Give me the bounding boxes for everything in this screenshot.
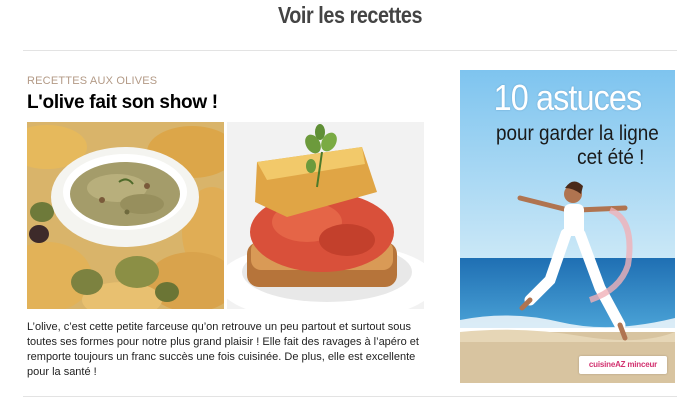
section-heading: Voir les recettes [277, 2, 423, 28]
ad-subline-2: cet été ! [577, 146, 645, 169]
article-description: L’olive, c’est cette petite farceuse qu’… [27, 321, 419, 378]
cuisineaz-minceur-logo: cuisineAZ minceur [579, 356, 667, 374]
ad-headline: 10 astuces [493, 77, 643, 118]
divider-bottom [23, 396, 677, 397]
article-header: RECETTES AUX OLIVES L'olive fait son sho… [27, 74, 427, 115]
article-category-link[interactable]: RECETTES AUX OLIVES [27, 74, 427, 88]
olive-tapenade-photo[interactable] [27, 122, 224, 309]
toast-tomato-illustration [227, 122, 424, 309]
article-title-link[interactable]: L'olive fait son show ! [27, 91, 427, 115]
toast-tomato-herb-photo[interactable] [227, 122, 424, 309]
olive-tapenade-illustration [27, 122, 224, 309]
article-photos[interactable] [27, 122, 424, 309]
ad-banner[interactable]: 10 astuces pour garder la ligne cet été … [460, 70, 675, 383]
divider-top [23, 50, 677, 51]
recipes-page: Voir les recettes RECETTES AUX OLIVES L'… [0, 0, 700, 400]
ad-subline-1: pour garder la ligne [495, 122, 659, 145]
